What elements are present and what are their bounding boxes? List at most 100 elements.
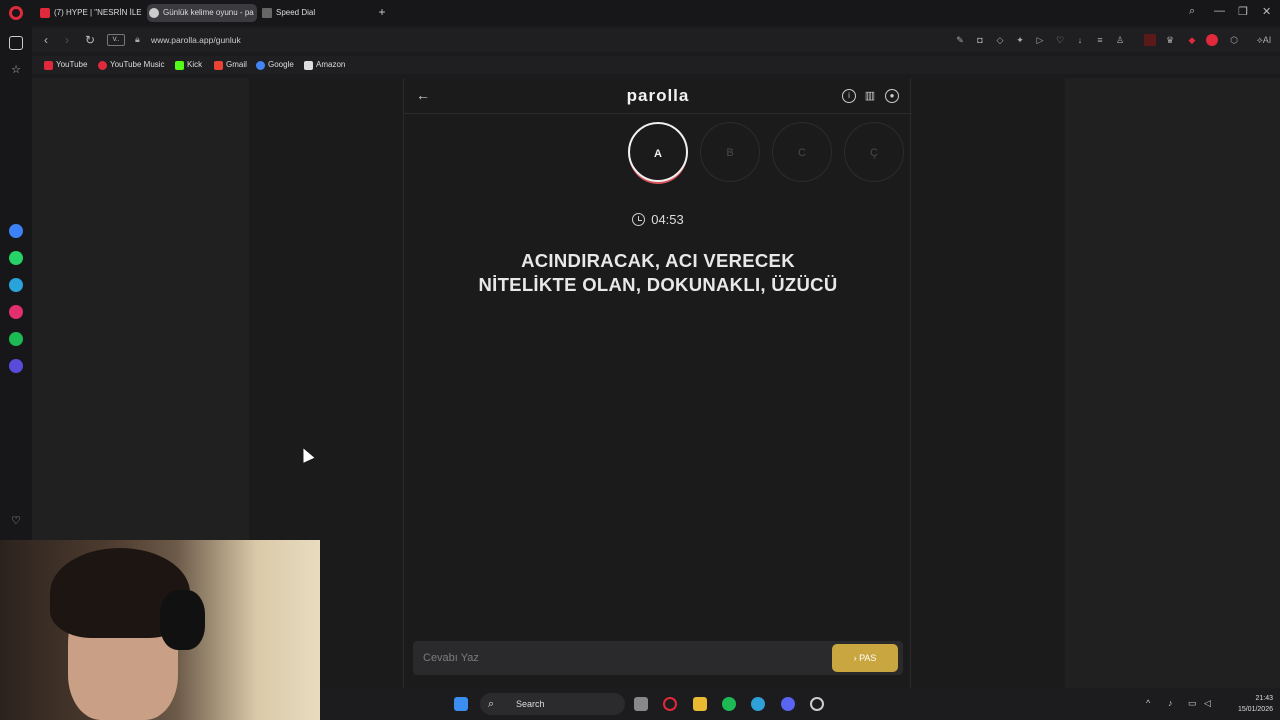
- download-icon[interactable]: ↓: [1074, 34, 1086, 46]
- letter-circle-active: A: [628, 122, 688, 182]
- telegram-icon[interactable]: [9, 278, 23, 292]
- parolla-favicon-icon: [149, 8, 159, 18]
- bookmark-gmail[interactable]: Gmail: [214, 58, 247, 72]
- youtube-music-icon: [98, 61, 107, 70]
- letter-circle: B: [700, 122, 760, 182]
- reload-icon[interactable]: ↻: [82, 32, 98, 48]
- instagram-icon[interactable]: [9, 305, 23, 319]
- edit-icon[interactable]: ✎: [954, 34, 966, 46]
- ext-tag-icon[interactable]: ◆: [1186, 34, 1198, 46]
- spotify-taskbar-icon[interactable]: [722, 697, 736, 711]
- forward-icon[interactable]: ›: [59, 32, 75, 48]
- kick-icon: [175, 61, 184, 70]
- opera-taskbar-icon[interactable]: [663, 697, 677, 711]
- opera-logo-icon[interactable]: [9, 6, 23, 20]
- tab-parolla[interactable]: Günlük kelime oyunu - pa: [147, 4, 257, 22]
- play-icon[interactable]: ▷: [1034, 34, 1046, 46]
- ext-cat-icon[interactable]: ♛: [1164, 34, 1176, 46]
- steam-icon[interactable]: [810, 697, 824, 711]
- webcam-overlay: [0, 540, 320, 720]
- edge-icon[interactable]: [751, 697, 765, 711]
- microphone-icon[interactable]: ♪: [1168, 698, 1173, 708]
- whatsapp-icon[interactable]: [9, 251, 23, 265]
- pass-button[interactable]: › PAS: [832, 644, 898, 672]
- tab-youtube[interactable]: (7) HYPE | "NESRİN İLE PA: [38, 4, 144, 22]
- headset-icon: [160, 590, 205, 650]
- minimize-icon[interactable]: —: [1214, 5, 1225, 17]
- bookmark-youtube[interactable]: YouTube: [44, 58, 87, 72]
- task-view-icon[interactable]: [634, 697, 648, 711]
- tab-label: Speed Dial: [276, 8, 316, 17]
- discord-icon[interactable]: [781, 697, 795, 711]
- app-logo[interactable]: parolla: [404, 86, 912, 106]
- clock-date: 15/01/2026: [1237, 706, 1273, 713]
- timer: 04:53: [404, 212, 912, 227]
- lock-icon: 🔒︎: [135, 34, 140, 44]
- bookmark-youtube-music[interactable]: YouTube Music: [98, 58, 165, 72]
- bookmark-label: Google: [268, 60, 294, 69]
- search-tabs-icon[interactable]: ⌕: [1189, 5, 1195, 18]
- bookmark-label: YouTube Music: [110, 60, 165, 69]
- google-icon: [256, 61, 265, 70]
- extension-icon[interactable]: ✦: [1014, 34, 1026, 46]
- maximize-icon[interactable]: ❐: [1238, 5, 1248, 18]
- menu-icon[interactable]: ≡: [1094, 34, 1106, 46]
- tab-speed-dial[interactable]: Speed Dial: [260, 4, 340, 22]
- tray-chevron-icon[interactable]: ^: [1146, 698, 1150, 708]
- messenger-icon[interactable]: [9, 224, 23, 238]
- home-icon[interactable]: [9, 36, 23, 50]
- system-clock[interactable]: 21:43 15/01/2026: [1215, 693, 1273, 715]
- user-icon[interactable]: ●: [885, 89, 899, 103]
- letter-circle: C: [772, 122, 832, 182]
- back-icon[interactable]: ‹: [38, 32, 54, 48]
- youtube-icon: [40, 8, 50, 18]
- game-container: ← parolla i ▥ ● A B C Ç 04:53 ACINDIRACA…: [403, 78, 912, 688]
- heart-icon[interactable]: ♡: [9, 514, 23, 528]
- clock-icon: [632, 213, 646, 226]
- letter-circle: Ç: [844, 122, 904, 182]
- grid-icon: [262, 8, 272, 18]
- close-icon[interactable]: ✕: [1262, 5, 1271, 18]
- star-icon[interactable]: ☆: [9, 63, 23, 77]
- windows-start-icon[interactable]: [454, 697, 468, 711]
- windows-taskbar: ⌕ Search ^ ♪ ▭ ◁ 21:43 15/01/2026: [320, 688, 1280, 720]
- tab-label: Günlük kelime oyunu - pa: [163, 8, 254, 17]
- search-label: Search: [516, 699, 545, 709]
- url-text: www.parolla.app/gunluk: [151, 35, 241, 45]
- amazon-icon: [304, 61, 313, 70]
- bookmark-label: YouTube: [56, 60, 88, 69]
- youtube-icon: [44, 61, 53, 70]
- bookmark-google[interactable]: Google: [256, 58, 294, 72]
- camera-icon[interactable]: ◘: [974, 34, 986, 46]
- ai-icon[interactable]: ⟡AI: [1252, 34, 1276, 46]
- pass-label: PAS: [859, 653, 877, 663]
- file-explorer-icon[interactable]: [693, 697, 707, 711]
- bookmark-label: Gmail: [226, 60, 247, 69]
- clue-line: ACINDIRACAK, ACI VERECEK: [521, 250, 795, 271]
- profile-icon[interactable]: ♙: [1114, 34, 1126, 46]
- volume-icon[interactable]: ◁: [1204, 698, 1211, 709]
- clock-time: 21:43: [1255, 695, 1273, 702]
- address-bar: ‹ › ↻ V.. 🔒︎ www.parolla.app/gunluk ✎ ◘ …: [32, 28, 1280, 52]
- ext-red-icon[interactable]: [1144, 34, 1156, 46]
- answer-input[interactable]: [413, 641, 903, 675]
- timer-value: 04:53: [651, 212, 684, 227]
- spotify-icon[interactable]: [9, 332, 23, 346]
- ext-ublock-icon[interactable]: [1206, 34, 1218, 46]
- shield-icon[interactable]: ◇: [994, 34, 1006, 46]
- search-icon: ⌕: [488, 698, 495, 710]
- new-tab-plus-icon[interactable]: +: [376, 6, 388, 18]
- clue-text: ACINDIRACAK, ACI VERECEK NİTELİKTE OLAN,…: [434, 249, 882, 297]
- bookmark-amazon[interactable]: Amazon: [304, 58, 345, 72]
- favorite-icon[interactable]: ♡: [1054, 34, 1066, 46]
- network-icon[interactable]: ▭: [1188, 698, 1197, 709]
- ext-puzzle-icon[interactable]: ⬡: [1228, 34, 1240, 46]
- url-field[interactable]: 🔒︎ www.parolla.app/gunluk: [135, 31, 965, 49]
- info-icon[interactable]: i: [842, 89, 856, 103]
- player-icon[interactable]: [9, 359, 23, 373]
- vpn-badge[interactable]: V..: [107, 34, 125, 46]
- stats-icon[interactable]: ▥: [863, 89, 877, 103]
- clue-line: NİTELİKTE OLAN, DOKUNAKLI, ÜZÜCÜ: [478, 274, 838, 295]
- bookmark-kick[interactable]: Kick: [175, 58, 202, 72]
- taskbar-search[interactable]: ⌕ Search: [480, 693, 625, 715]
